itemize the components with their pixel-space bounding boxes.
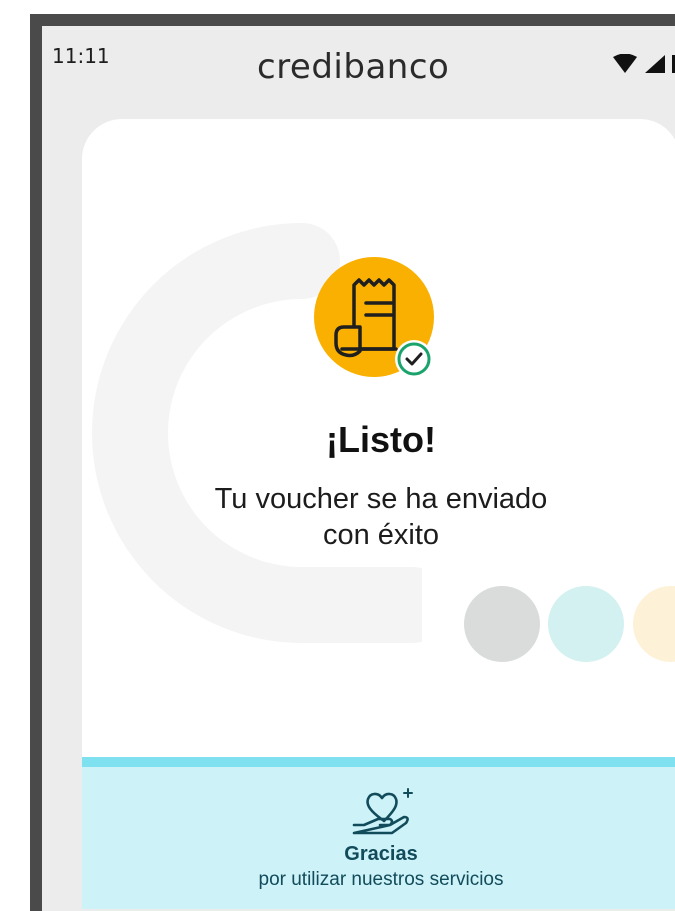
thanks-title: Gracias <box>344 843 418 865</box>
decor-dot-cream <box>633 586 675 662</box>
status-bar: 11:11 credibanco <box>42 26 675 96</box>
heart-hand-icon <box>352 788 413 835</box>
success-title: ¡Listo! <box>326 419 436 460</box>
status-icons <box>612 54 675 74</box>
thanks-footer: Gracias por utilizar nuestros servicios <box>82 757 675 909</box>
thanks-subtitle: por utilizar nuestros servicios <box>258 869 504 890</box>
brand-logo: credibanco <box>257 47 450 87</box>
wifi-icon <box>613 54 637 73</box>
status-time: 11:11 <box>52 44 110 68</box>
signal-icon <box>645 55 665 73</box>
confirmation-card: ¡Listo! Tu voucher se ha enviado con éxi… <box>82 119 675 909</box>
device-frame: 11:11 credibanco ¡Listo! Tu voucher se h… <box>30 14 675 911</box>
success-message-line1: Tu voucher se ha enviado <box>214 483 548 515</box>
success-message: Tu voucher se ha enviado con éxito <box>82 481 675 553</box>
decor-dot-gray <box>464 586 540 662</box>
receipt-check-icon <box>314 257 434 378</box>
success-message-line2: con éxito <box>322 519 440 551</box>
decor-dot-teal <box>548 586 624 662</box>
